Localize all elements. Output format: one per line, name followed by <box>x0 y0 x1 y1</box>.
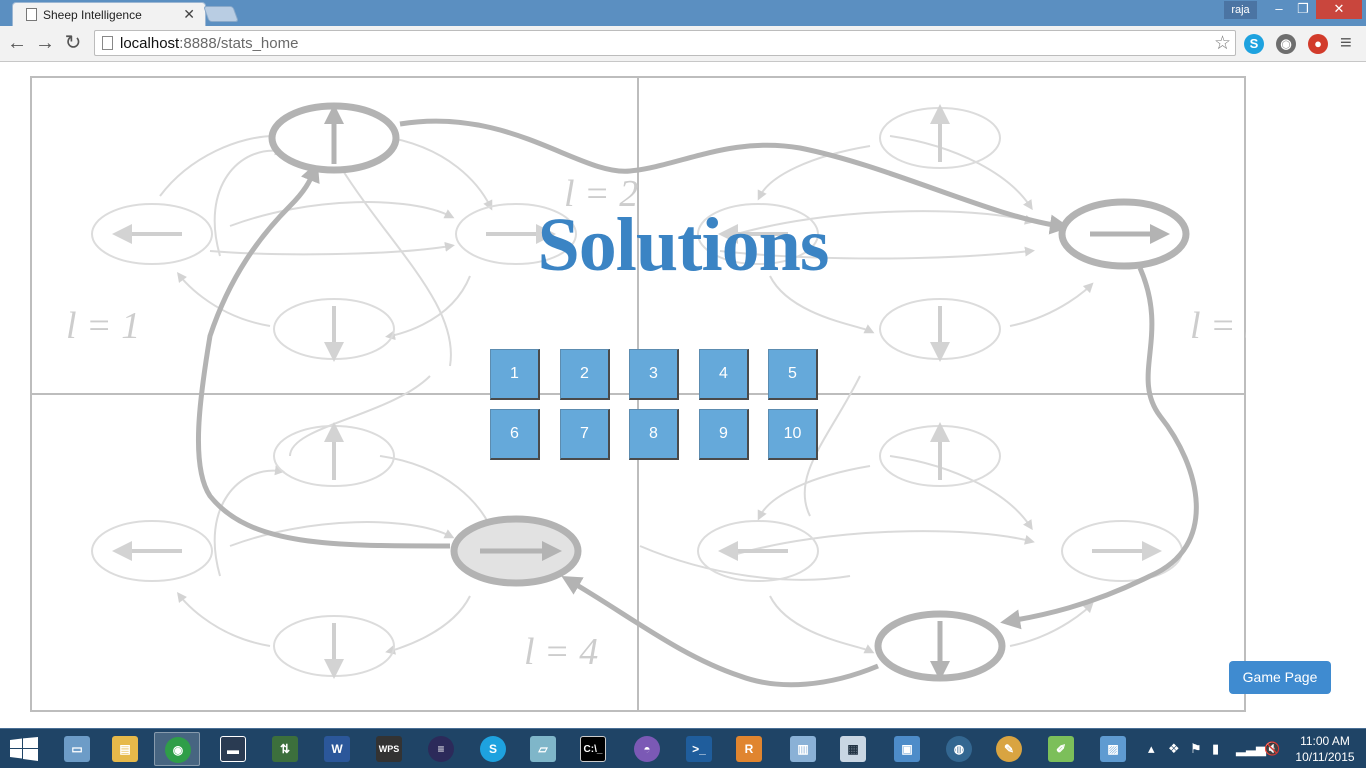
solution-button-8[interactable]: 8 <box>629 409 679 460</box>
skype-extension-icon[interactable]: S <box>1244 34 1264 54</box>
url-host: localhost <box>120 35 180 52</box>
notes-icon: ▱ <box>530 736 556 762</box>
solution-button-9[interactable]: 9 <box>699 409 749 460</box>
address-bar[interactable]: localhost:8888/stats_home ☆ <box>94 30 1236 56</box>
control-panel-icon: ▣ <box>894 736 920 762</box>
hamburger-menu-icon[interactable]: ≡ <box>1340 32 1352 55</box>
new-tab-button[interactable] <box>203 6 239 22</box>
solution-button-2[interactable]: 2 <box>560 349 610 400</box>
solution-button-10[interactable]: 10 <box>768 409 818 460</box>
show-hidden-icons-icon[interactable]: ▴ <box>1148 741 1155 757</box>
page-icon <box>102 36 113 50</box>
browser-tab[interactable]: Sheep Intelligence ✕ <box>12 2 206 26</box>
tab-title: Sheep Intelligence <box>43 8 142 22</box>
clock-date[interactable]: 10/11/2015 <box>1290 750 1360 764</box>
taskbar-computer[interactable]: ▭ <box>54 732 100 766</box>
powershell-icon: >_ <box>686 736 712 762</box>
taskbar-wps[interactable]: WPS <box>366 732 412 766</box>
chrome-icon: ◉ <box>165 737 191 763</box>
eye-extension-icon[interactable]: ◉ <box>1276 34 1296 54</box>
solution-button-3[interactable]: 3 <box>629 349 679 400</box>
taskbar-powershell[interactable]: >_ <box>676 732 722 766</box>
computer-icon: ▭ <box>64 736 90 762</box>
page-icon <box>26 8 37 21</box>
taskbar-word[interactable]: W <box>314 732 360 766</box>
eclipse-icon: ≡ <box>428 736 454 762</box>
taskbar-window[interactable]: ▬ <box>210 732 256 766</box>
taskbar-explorer[interactable]: ▤ <box>102 732 148 766</box>
github-icon: ◓ <box>634 736 660 762</box>
screen: Sheep Intelligence ✕ raja – ❐ ✕ ← → ↻ lo… <box>0 0 1366 768</box>
taskbar-calculator[interactable]: ▦ <box>830 732 876 766</box>
taskbar-sync[interactable]: ⇅ <box>262 732 308 766</box>
reload-icon: ↻ <box>64 32 82 54</box>
label-l1: l = 1 <box>66 305 140 347</box>
folder-icon: ▤ <box>112 736 138 762</box>
solution-buttons-grid: 1 2 3 4 5 6 7 8 9 10 <box>490 349 820 461</box>
label-l4: l = 4 <box>524 631 598 673</box>
arrow-right-icon: → <box>35 32 55 54</box>
calculator-icon: ▦ <box>840 736 866 762</box>
taskbar-photos[interactable]: ▨ <box>1090 732 1136 766</box>
window-icon: ▬ <box>220 736 246 762</box>
windows-taskbar: ▭ ▤ ◉ ▬ ⇅ W WPS ≡ S ▱ C:\_ ◓ >_ R ▥ ▦ ▣ … <box>0 728 1366 768</box>
solution-button-4[interactable]: 4 <box>699 349 749 400</box>
close-window-button[interactable]: ✕ <box>1316 0 1362 19</box>
command-prompt-icon: C:\_ <box>580 736 606 762</box>
notepad-icon: ✐ <box>1048 736 1074 762</box>
restore-window-button[interactable]: ❐ <box>1292 0 1314 19</box>
taskbar-r[interactable]: R <box>726 732 772 766</box>
arrow-left-icon: ← <box>7 32 27 54</box>
r-icon: R <box>736 736 762 762</box>
photo-icon: ▨ <box>1100 736 1126 762</box>
windows-start-icon[interactable] <box>10 737 38 761</box>
skype-icon: S <box>480 736 506 762</box>
user-profile-badge[interactable]: raja <box>1224 1 1257 19</box>
minimize-window-button[interactable]: – <box>1268 0 1290 19</box>
label-l3: l = 3 <box>1190 305 1246 347</box>
paint-palette-icon: ✎ <box>996 736 1022 762</box>
wps-icon: WPS <box>376 736 402 762</box>
tab-close-icon[interactable]: ✕ <box>183 6 195 23</box>
word-icon: W <box>324 736 350 762</box>
taskbar-monitor[interactable]: ▥ <box>780 732 826 766</box>
browser-titlebar: Sheep Intelligence ✕ raja – ❐ ✕ <box>0 0 1366 26</box>
clock-time[interactable]: 11:00 AM <box>1290 734 1360 748</box>
page-content: l = 1 l = 2 l = 3 l = 4 Solutions 1 2 3 … <box>0 62 1366 728</box>
page-title: Solutions <box>537 203 830 287</box>
back-button[interactable]: ← <box>4 30 30 56</box>
solution-button-6[interactable]: 6 <box>490 409 540 460</box>
browser-toolbar: ← → ↻ localhost:8888/stats_home ☆ S ◉ ● … <box>0 26 1366 62</box>
network-signal-icon[interactable]: ▂▃▅ <box>1236 741 1266 757</box>
game-page-button[interactable]: Game Page <box>1229 661 1331 694</box>
monitor-icon: ▥ <box>790 736 816 762</box>
star-icon[interactable]: ☆ <box>1214 32 1231 55</box>
taskbar-notepad[interactable]: ✐ <box>1038 732 1084 766</box>
forward-button[interactable]: → <box>32 30 58 56</box>
taskbar-skype[interactable]: S <box>470 732 516 766</box>
taskbar-chrome[interactable]: ◉ <box>154 732 200 766</box>
reload-button[interactable]: ↻ <box>60 30 86 56</box>
solution-button-1[interactable]: 1 <box>490 349 540 400</box>
taskbar-control-panel[interactable]: ▣ <box>884 732 930 766</box>
taskbar-paint[interactable]: ✎ <box>986 732 1032 766</box>
taskbar-github[interactable]: ◓ <box>624 732 670 766</box>
elephant-icon: ◍ <box>946 736 972 762</box>
url-text[interactable]: localhost:8888/stats_home <box>120 35 298 52</box>
taskbar-notes[interactable]: ▱ <box>520 732 566 766</box>
taskbar-eclipse[interactable]: ≡ <box>418 732 464 766</box>
battery-icon[interactable]: ▮ <box>1212 741 1219 757</box>
taskbar-postgres[interactable]: ◍ <box>936 732 982 766</box>
dropbox-icon[interactable]: ❖ <box>1168 741 1180 757</box>
color-extension-icon[interactable]: ● <box>1308 34 1328 54</box>
taskbar-cmd[interactable]: C:\_ <box>570 732 616 766</box>
volume-muted-icon[interactable]: 🔇 <box>1264 741 1280 757</box>
sync-icon: ⇅ <box>272 736 298 762</box>
solution-button-5[interactable]: 5 <box>768 349 818 400</box>
url-path: :8888/stats_home <box>179 35 299 52</box>
solution-button-7[interactable]: 7 <box>560 409 610 460</box>
flag-icon[interactable]: ⚑ <box>1190 741 1202 757</box>
